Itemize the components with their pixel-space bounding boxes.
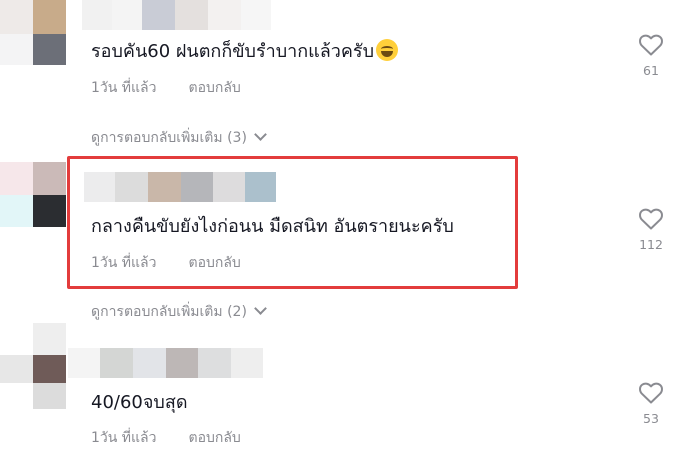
view-more-replies-button[interactable]: ดูการตอบกลับเพิ่มเติม (3) bbox=[91, 127, 267, 149]
reply-button[interactable]: ตอบกลับ bbox=[188, 430, 240, 446]
chevron-down-icon bbox=[254, 128, 267, 141]
like-count: 112 bbox=[639, 237, 663, 252]
view-more-replies-button[interactable]: ดูการตอบกลับเพิ่มเติม (2) bbox=[91, 301, 267, 323]
chevron-down-icon bbox=[254, 302, 267, 315]
like-count: 53 bbox=[643, 411, 659, 426]
heart-icon[interactable] bbox=[638, 33, 664, 57]
heart-icon[interactable] bbox=[638, 207, 664, 231]
heart-icon[interactable] bbox=[638, 381, 664, 405]
comment-time: 1วัน ที่แล้ว bbox=[91, 80, 157, 96]
like-button[interactable]: 61 bbox=[631, 33, 671, 78]
highlight-box bbox=[67, 156, 518, 289]
like-count: 61 bbox=[643, 63, 659, 78]
comment-meta: 1วัน ที่แล้ว ตอบกลับ bbox=[91, 77, 241, 99]
comment-time: 1วัน ที่แล้ว bbox=[91, 430, 157, 446]
comment-meta: 1วัน ที่แล้ว ตอบกลับ bbox=[91, 427, 241, 449]
username-blurred[interactable] bbox=[68, 348, 263, 378]
comment-text: รอบคัน60 ฝนตกก็ขับรำบากแล้วครับ bbox=[91, 36, 399, 65]
like-button[interactable]: 53 bbox=[631, 381, 671, 426]
comment-text: 40/60จบสุด bbox=[91, 392, 188, 413]
reply-button[interactable]: ตอบกลับ bbox=[188, 80, 240, 96]
like-button[interactable]: 112 bbox=[631, 207, 671, 252]
username-blurred[interactable] bbox=[82, 0, 271, 30]
grinning-sweat-emoji-icon bbox=[376, 39, 399, 61]
